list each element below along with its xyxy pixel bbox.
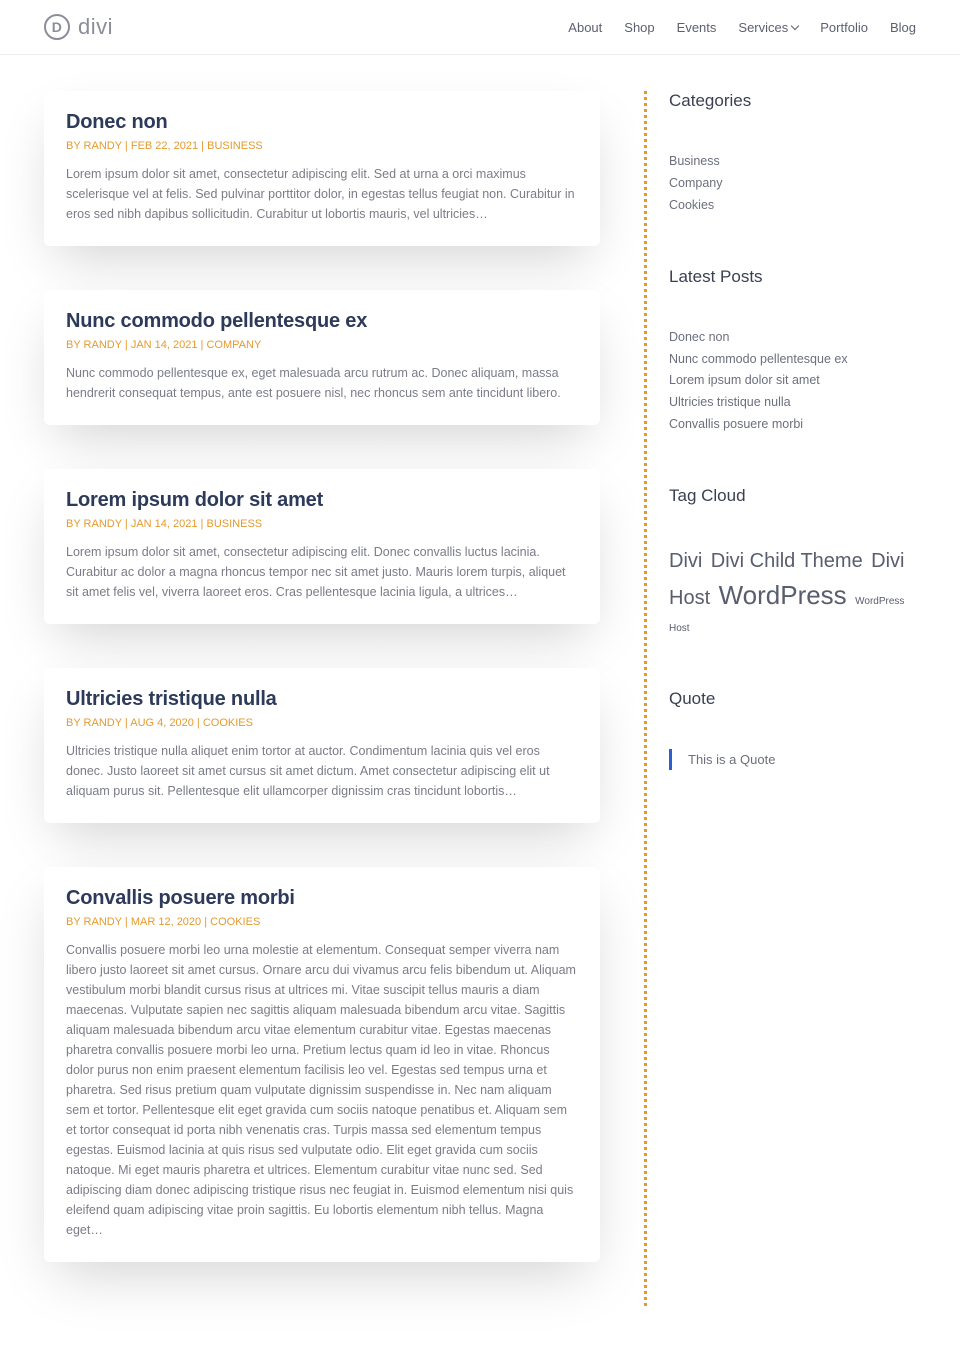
post-meta: BY RANDY | JAN 14, 2021 | BUSINESS — [66, 518, 578, 530]
post-excerpt: Nunc commodo pellentesque ex, eget males… — [66, 363, 578, 403]
meta-date: FEB 22, 2021 — [131, 140, 198, 152]
quote-box: This is a Quote — [669, 749, 916, 770]
meta-category[interactable]: BUSINESS — [206, 518, 262, 530]
post-excerpt: Ultricies tristique nulla aliquet enim t… — [66, 741, 578, 801]
tag-cloud-title: Tag Cloud — [669, 486, 916, 506]
meta-category[interactable]: BUSINESS — [207, 140, 263, 152]
meta-category[interactable]: COOKIES — [210, 916, 260, 928]
post-title[interactable]: Donec non — [66, 111, 578, 134]
nav-portfolio[interactable]: Portfolio — [820, 20, 868, 35]
meta-by: BY — [66, 518, 80, 530]
post-meta: BY RANDY | FEB 22, 2021 | BUSINESS — [66, 140, 578, 152]
post-title[interactable]: Convallis posuere morbi — [66, 887, 578, 910]
nav-about[interactable]: About — [568, 20, 602, 35]
tag-link[interactable]: WordPress — [719, 580, 847, 610]
nav-services-label: Services — [738, 20, 788, 35]
category-item[interactable]: Cookies — [669, 195, 916, 217]
categories-title: Categories — [669, 91, 916, 111]
widget-tag-cloud: Tag Cloud Divi Divi Child Theme Divi Hos… — [669, 486, 916, 639]
post-card: Ultricies tristique nulla BY RANDY | AUG … — [44, 668, 600, 823]
post-card: Lorem ipsum dolor sit amet BY RANDY | JAN… — [44, 469, 600, 624]
meta-author[interactable]: RANDY — [84, 717, 122, 729]
post-title[interactable]: Ultricies tristique nulla — [66, 688, 578, 711]
meta-by: BY — [66, 140, 80, 152]
tag-link[interactable]: Divi — [669, 550, 702, 572]
latest-post-item[interactable]: Convallis posuere morbi — [669, 414, 916, 436]
quote-text: This is a Quote — [688, 752, 775, 767]
latest-post-item[interactable]: Nunc commodo pellentesque ex — [669, 349, 916, 371]
post-excerpt: Lorem ipsum dolor sit amet, consectetur … — [66, 542, 578, 602]
tag-cloud: Divi Divi Child Theme Divi Host WordPres… — [669, 546, 916, 639]
meta-date: MAR 12, 2020 — [131, 916, 201, 928]
meta-author[interactable]: RANDY — [84, 140, 122, 152]
meta-author[interactable]: RANDY — [84, 916, 122, 928]
meta-author[interactable]: RANDY — [84, 339, 122, 351]
site-header: D divi About Shop Events Services Portfo… — [0, 0, 960, 55]
latest-post-item[interactable]: Lorem ipsum dolor sit amet — [669, 370, 916, 392]
categories-list: BusinessCompanyCookies — [669, 151, 916, 217]
post-list: Donec non BY RANDY | FEB 22, 2021 | BUSIN… — [44, 91, 600, 1306]
main-nav: About Shop Events Services Portfolio Blo… — [568, 20, 916, 35]
post-card: Nunc commodo pellentesque ex BY RANDY | J… — [44, 290, 600, 425]
post-meta: BY RANDY | JAN 14, 2021 | COMPANY — [66, 339, 578, 351]
brand-name: divi — [78, 14, 113, 40]
nav-services[interactable]: Services — [738, 20, 798, 35]
nav-blog[interactable]: Blog — [890, 20, 916, 35]
latest-posts-title: Latest Posts — [669, 267, 916, 287]
post-meta: BY RANDY | MAR 12, 2020 | COOKIES — [66, 916, 578, 928]
post-excerpt: Convallis posuere morbi leo urna molesti… — [66, 940, 578, 1240]
chevron-down-icon — [791, 21, 799, 29]
sidebar: Categories BusinessCompanyCookies Latest… — [644, 91, 916, 1306]
post-card: Donec non BY RANDY | FEB 22, 2021 | BUSIN… — [44, 91, 600, 246]
meta-by: BY — [66, 339, 80, 351]
post-title[interactable]: Lorem ipsum dolor sit amet — [66, 489, 578, 512]
meta-author[interactable]: RANDY — [84, 518, 122, 530]
meta-date: JAN 14, 2021 — [131, 339, 198, 351]
post-card: Convallis posuere morbi BY RANDY | MAR 12… — [44, 867, 600, 1262]
nav-shop[interactable]: Shop — [624, 20, 654, 35]
meta-by: BY — [66, 717, 80, 729]
quote-title: Quote — [669, 689, 916, 709]
meta-date: AUG 4, 2020 — [130, 717, 194, 729]
post-meta: BY RANDY | AUG 4, 2020 | COOKIES — [66, 717, 578, 729]
meta-category[interactable]: COMPANY — [206, 339, 261, 351]
category-item[interactable]: Company — [669, 173, 916, 195]
meta-category[interactable]: COOKIES — [203, 717, 253, 729]
widget-quote: Quote This is a Quote — [669, 689, 916, 770]
widget-latest-posts: Latest Posts Donec nonNunc commodo pelle… — [669, 267, 916, 436]
post-title[interactable]: Nunc commodo pellentesque ex — [66, 310, 578, 333]
tag-link[interactable]: Divi Child Theme — [711, 550, 863, 572]
nav-events[interactable]: Events — [677, 20, 717, 35]
meta-by: BY — [66, 916, 80, 928]
category-item[interactable]: Business — [669, 151, 916, 173]
latest-post-item[interactable]: Donec non — [669, 327, 916, 349]
meta-date: JAN 14, 2021 — [131, 518, 198, 530]
brand-logo[interactable]: D divi — [44, 14, 113, 40]
widget-categories: Categories BusinessCompanyCookies — [669, 91, 916, 217]
latest-post-item[interactable]: Ultricies tristique nulla — [669, 392, 916, 414]
page-body: Donec non BY RANDY | FEB 22, 2021 | BUSIN… — [0, 55, 960, 1366]
latest-posts-list: Donec nonNunc commodo pellentesque exLor… — [669, 327, 916, 436]
post-excerpt: Lorem ipsum dolor sit amet, consectetur … — [66, 164, 578, 224]
logo-icon: D — [44, 14, 70, 40]
